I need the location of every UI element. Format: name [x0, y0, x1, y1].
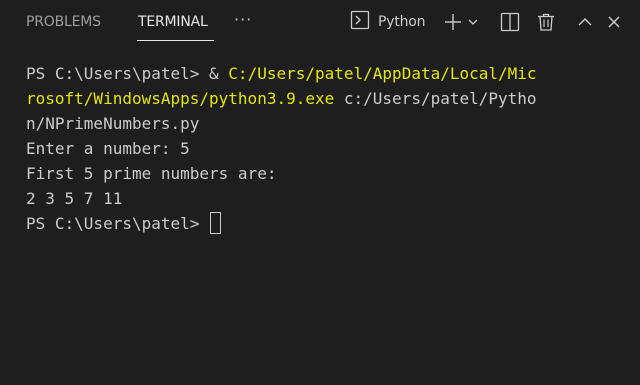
chevron-up-icon[interactable]	[574, 11, 596, 33]
chevron-down-icon[interactable]	[466, 11, 480, 33]
terminal-profile-button[interactable]: Python	[350, 10, 426, 34]
trash-icon[interactable]	[535, 11, 557, 33]
terminal-line: PS C:\Users\patel> & C:/Users/patel/AppD…	[26, 64, 537, 83]
terminal-cursor	[210, 212, 222, 234]
terminal-icon	[350, 10, 370, 34]
terminal-line: Enter a number: 5	[26, 139, 190, 158]
plus-icon[interactable]	[442, 11, 464, 33]
more-actions-button[interactable]: ···	[234, 0, 252, 44]
terminal-line: n/NPrimeNumbers.py	[26, 114, 200, 133]
tab-terminal[interactable]: TERMINAL	[138, 0, 208, 44]
split-icon[interactable]	[499, 11, 521, 33]
terminal-line: First 5 prime numbers are:	[26, 164, 277, 183]
tab-problems[interactable]: PROBLEMS	[26, 0, 101, 44]
panel-header: PROBLEMS TERMINAL ··· Python	[0, 0, 640, 44]
terminal-prompt-line: PS C:\Users\patel>	[26, 211, 616, 236]
terminal-line: 2 3 5 7 11	[26, 189, 123, 208]
terminal-line: rosoft/WindowsApps/python3.9.exe c:/User…	[26, 89, 537, 108]
terminal-profile-label: Python	[378, 14, 426, 30]
active-tab-indicator	[137, 40, 214, 41]
terminal-output[interactable]: PS C:\Users\patel> & C:/Users/patel/AppD…	[26, 61, 616, 236]
close-icon[interactable]	[603, 11, 625, 33]
